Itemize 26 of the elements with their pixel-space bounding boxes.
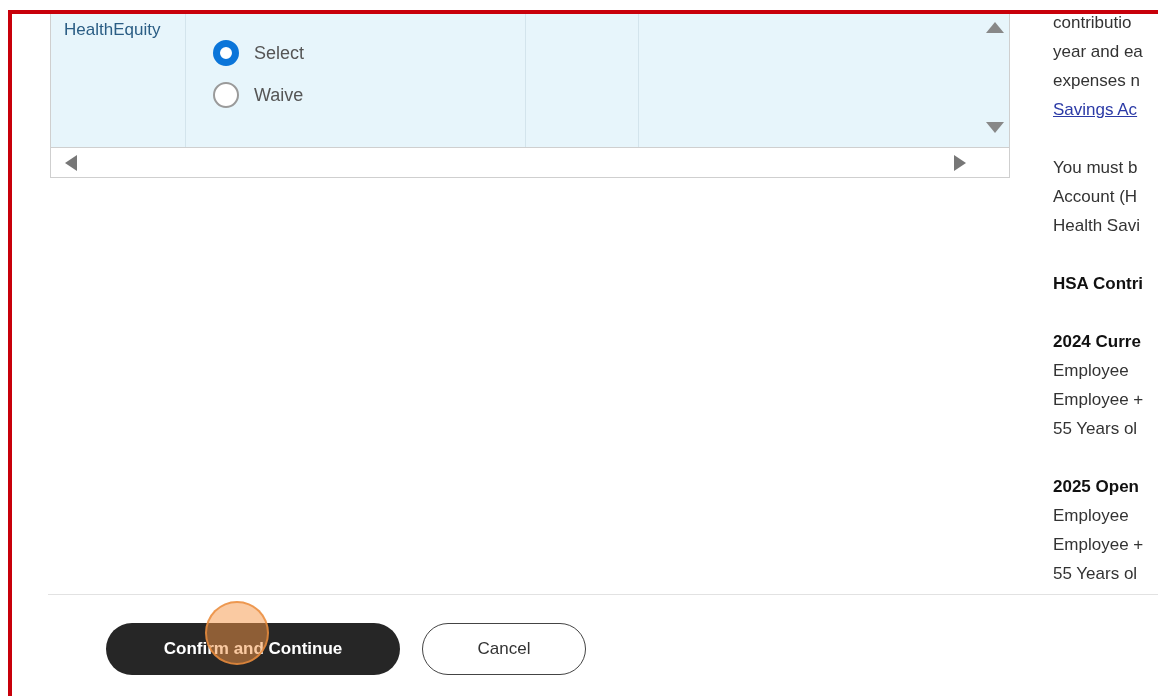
scroll-up-icon[interactable]: [986, 22, 1004, 33]
scroll-left-icon[interactable]: [65, 154, 77, 171]
section-heading: 2025 Open: [1053, 476, 1139, 498]
info-text: 55 Years ol: [1053, 563, 1138, 585]
section-heading: 2024 Curre: [1053, 331, 1141, 353]
radio-button[interactable]: [213, 82, 239, 108]
info-text: Account (H: [1053, 186, 1138, 208]
scroll-right-icon[interactable]: [954, 154, 966, 171]
info-text: expenses n: [1053, 70, 1140, 92]
info-text: Employee +: [1053, 534, 1144, 556]
info-text: Employee: [1053, 360, 1129, 382]
radio-button[interactable]: [213, 40, 239, 66]
option-label: Select: [254, 42, 305, 64]
info-text: Employee: [1053, 505, 1129, 527]
provider-name: HealthEquity: [64, 20, 161, 39]
info-text: Health Savi: [1053, 215, 1140, 237]
info-link[interactable]: Savings Ac: [1053, 95, 1138, 124]
info-text: You must b: [1053, 157, 1138, 179]
scroll-down-icon[interactable]: [986, 122, 1004, 133]
info-text: Employee +: [1053, 389, 1144, 411]
info-text: contributio: [1053, 14, 1132, 34]
section-heading: HSA Contri: [1053, 273, 1144, 295]
info-text: 55 Years ol: [1053, 418, 1138, 440]
cancel-button[interactable]: Cancel: [422, 623, 586, 675]
option-label: Waive: [254, 84, 304, 106]
info-text: year and ea: [1053, 41, 1143, 63]
